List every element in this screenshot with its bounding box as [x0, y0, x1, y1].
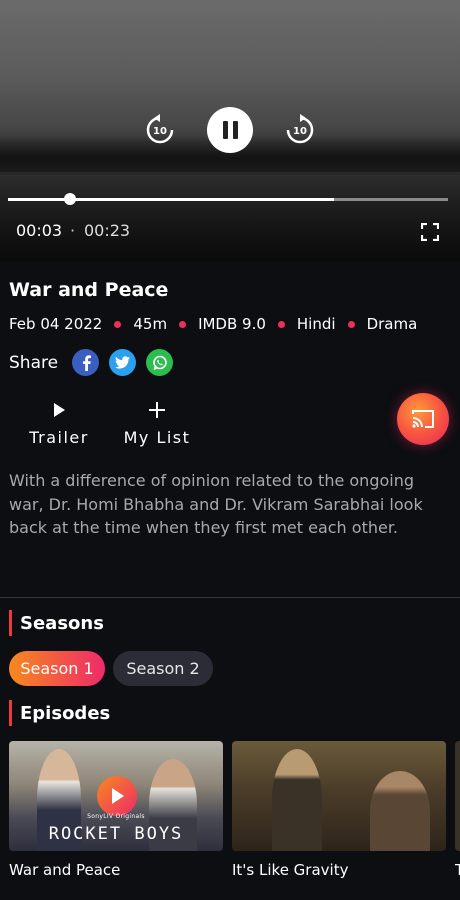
- meta-row: Feb 04 2022 45m IMDB 9.0 Hindi Drama: [9, 315, 417, 333]
- separator-dot: [277, 320, 285, 328]
- video-player[interactable]: 10 10 00:03 · 00:23: [0, 0, 460, 262]
- season-2-tab[interactable]: Season 2: [113, 651, 213, 686]
- episode-2-title: It's Like Gravity: [232, 861, 349, 879]
- heading-accent-bar: [9, 700, 12, 726]
- time-separator: ·: [70, 221, 76, 240]
- plus-icon: [149, 402, 165, 418]
- cast-icon: [412, 410, 434, 428]
- imdb-rating: IMDB 9.0: [198, 315, 266, 333]
- facebook-share-button[interactable]: [72, 349, 100, 376]
- trailer-label: Trailer: [29, 428, 89, 447]
- my-list-button[interactable]: My List: [123, 398, 191, 447]
- pause-icon-bar: [232, 121, 238, 139]
- episodes-heading: Episodes: [9, 700, 110, 726]
- forward-10-button[interactable]: 10: [278, 108, 322, 152]
- brand-small: SonyLIV Originals: [87, 813, 145, 820]
- episodes-title: Episodes: [20, 702, 111, 724]
- my-list-label: My List: [123, 428, 191, 447]
- brand-title: ROCKET BOYS: [48, 824, 184, 844]
- whatsapp-share-button[interactable]: [146, 349, 174, 376]
- episode-thumbnail-person: [272, 749, 322, 851]
- duration: 00:23: [84, 221, 131, 240]
- episode-1-title: War and Peace: [9, 861, 121, 879]
- section-divider: [0, 597, 460, 598]
- buffered-fill: [8, 198, 334, 201]
- separator-dot: [179, 320, 187, 328]
- twitter-icon: [115, 356, 131, 369]
- whatsapp-icon: [152, 355, 167, 370]
- share-label: Share: [9, 352, 59, 373]
- show-title: War and Peace: [9, 279, 169, 301]
- share-row: Share: [9, 349, 183, 376]
- pause-icon-bar: [222, 121, 228, 139]
- play-icon: [112, 788, 124, 804]
- fullscreen-icon[interactable]: [421, 223, 439, 241]
- rewind-seconds: 10: [153, 126, 167, 137]
- genre: Drama: [366, 315, 418, 333]
- separator-dot: [347, 320, 355, 328]
- episode-thumbnail-person: [370, 771, 430, 851]
- seasons-heading: Seasons: [9, 610, 104, 636]
- runtime: 45m: [133, 315, 168, 333]
- season-1-tab[interactable]: Season 1: [9, 651, 105, 686]
- heading-accent-bar: [9, 610, 12, 636]
- trailer-button[interactable]: Trailer: [26, 398, 92, 447]
- rewind-icon: 10: [146, 114, 174, 144]
- forward-seconds: 10: [293, 126, 307, 137]
- show-description: With a difference of opinion related to …: [9, 471, 423, 537]
- episode-card-2[interactable]: [232, 741, 446, 851]
- episode-card-1[interactable]: SonyLIV Originals ROCKET BOYS: [9, 741, 223, 851]
- seasons-title: Seasons: [20, 612, 104, 634]
- language: Hindi: [296, 315, 336, 333]
- episode-card-3[interactable]: [455, 741, 460, 851]
- separator-dot: [114, 320, 122, 328]
- pause-button[interactable]: [207, 107, 253, 153]
- twitter-share-button[interactable]: [109, 349, 137, 376]
- episode-play-button[interactable]: [97, 776, 137, 816]
- forward-icon: 10: [286, 114, 314, 144]
- rewind-10-button[interactable]: 10: [138, 108, 182, 152]
- episode-3-title: T: [455, 861, 460, 879]
- current-time: 00:03: [16, 221, 63, 240]
- play-icon: [54, 403, 65, 417]
- seek-knob[interactable]: [64, 193, 76, 205]
- cast-button[interactable]: [397, 393, 449, 445]
- sea-image: [0, 172, 460, 262]
- release-date: Feb 04 2022: [9, 315, 103, 333]
- facebook-icon: [82, 354, 91, 371]
